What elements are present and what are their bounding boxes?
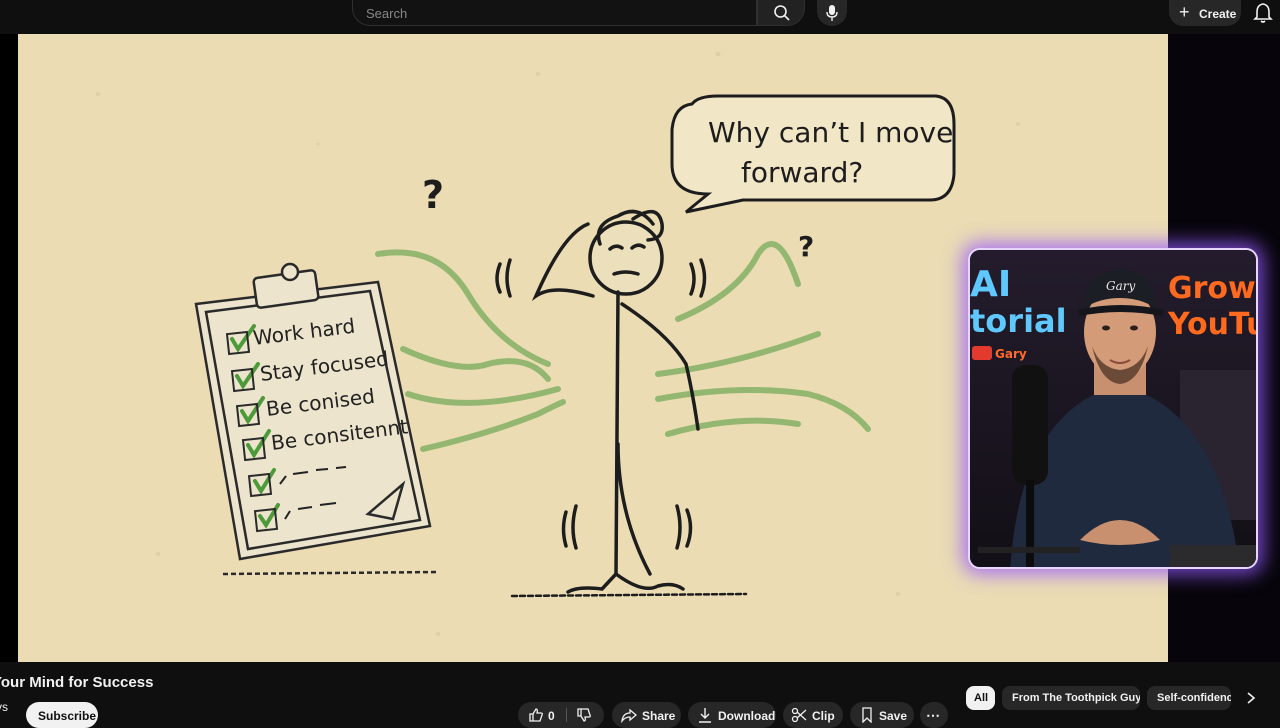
neon-text-grow: Grow o — [1168, 271, 1258, 306]
save-button[interactable]: Save — [850, 702, 914, 728]
like-count: 0 — [548, 709, 555, 723]
subscribe-label: Subscribe — [38, 709, 97, 723]
top-bar: Search + Create — [0, 0, 1280, 34]
chip-all[interactable]: All — [966, 686, 995, 710]
bookmark-icon — [862, 707, 872, 723]
search-icon — [774, 5, 790, 21]
share-icon — [621, 708, 637, 723]
stick-figure — [495, 209, 748, 598]
chip-all-label: All — [974, 692, 989, 704]
neon-text-ai: AI — [970, 264, 1011, 305]
youtube-logo-icon — [972, 346, 992, 360]
thumbs-down-icon[interactable] — [576, 707, 592, 723]
create-label: Create — [1199, 7, 1237, 21]
webcam-overlay: AI torial Gary Grow o YouTu Gary — [968, 248, 1258, 569]
download-button[interactable]: Download — [688, 702, 776, 728]
neon-text-torial: torial — [970, 302, 1067, 340]
cap-text: Gary — [1106, 279, 1135, 293]
clip-button[interactable]: Clip — [783, 702, 843, 728]
svg-text:?: ? — [422, 173, 444, 217]
like-dislike-group: 0 — [518, 702, 604, 728]
presenter-cam: AI torial Gary Grow o YouTu Gary — [970, 250, 1258, 567]
speech-line-1: Why can’t I move — [708, 116, 953, 149]
thumbs-up-icon[interactable] — [528, 707, 544, 723]
download-icon — [699, 708, 711, 723]
search-input[interactable]: Search — [352, 0, 757, 26]
create-button[interactable]: + Create — [1169, 0, 1241, 26]
channel-name-fragment[interactable]: ys — [0, 700, 8, 714]
chip-from-channel-label: From The Toothpick Guys — [1012, 692, 1140, 704]
search-button[interactable] — [757, 0, 805, 26]
speech-line-2: forward? — [741, 156, 863, 189]
bell-icon[interactable] — [1253, 2, 1273, 24]
speech-bubble: Why can’t I move forward? — [670, 94, 956, 214]
share-label: Share — [642, 709, 676, 723]
search-placeholder: Search — [366, 6, 408, 21]
chip-from-channel[interactable]: From The Toothpick Guys — [1002, 686, 1140, 710]
mic-icon — [826, 5, 838, 21]
voice-search-button[interactable] — [817, 0, 847, 26]
svg-text:?: ? — [798, 230, 814, 263]
more-actions-button[interactable]: ⋯ — [920, 702, 948, 728]
plus-icon: + — [1179, 2, 1190, 22]
chip-self-confidence-label: Self-confidence — [1157, 692, 1231, 704]
share-button[interactable]: Share — [612, 702, 681, 728]
subscribe-button[interactable]: Subscribe — [26, 702, 98, 728]
more-icon: ⋯ — [926, 707, 940, 723]
neon-text-youtu: YouTu — [1167, 307, 1258, 342]
video-info-bar: Your Mind for Success ys Subscribe 0 Sha… — [0, 662, 1280, 728]
download-label: Download — [718, 709, 776, 723]
scissors-icon — [791, 707, 807, 723]
clip-label: Clip — [812, 709, 835, 723]
video-title: Your Mind for Success — [0, 674, 154, 691]
chevron-right-icon[interactable] — [1244, 690, 1258, 706]
save-label: Save — [879, 709, 908, 723]
chip-self-confidence[interactable]: Self-confidence — [1147, 686, 1231, 710]
neon-badge-gary: Gary — [995, 347, 1027, 361]
